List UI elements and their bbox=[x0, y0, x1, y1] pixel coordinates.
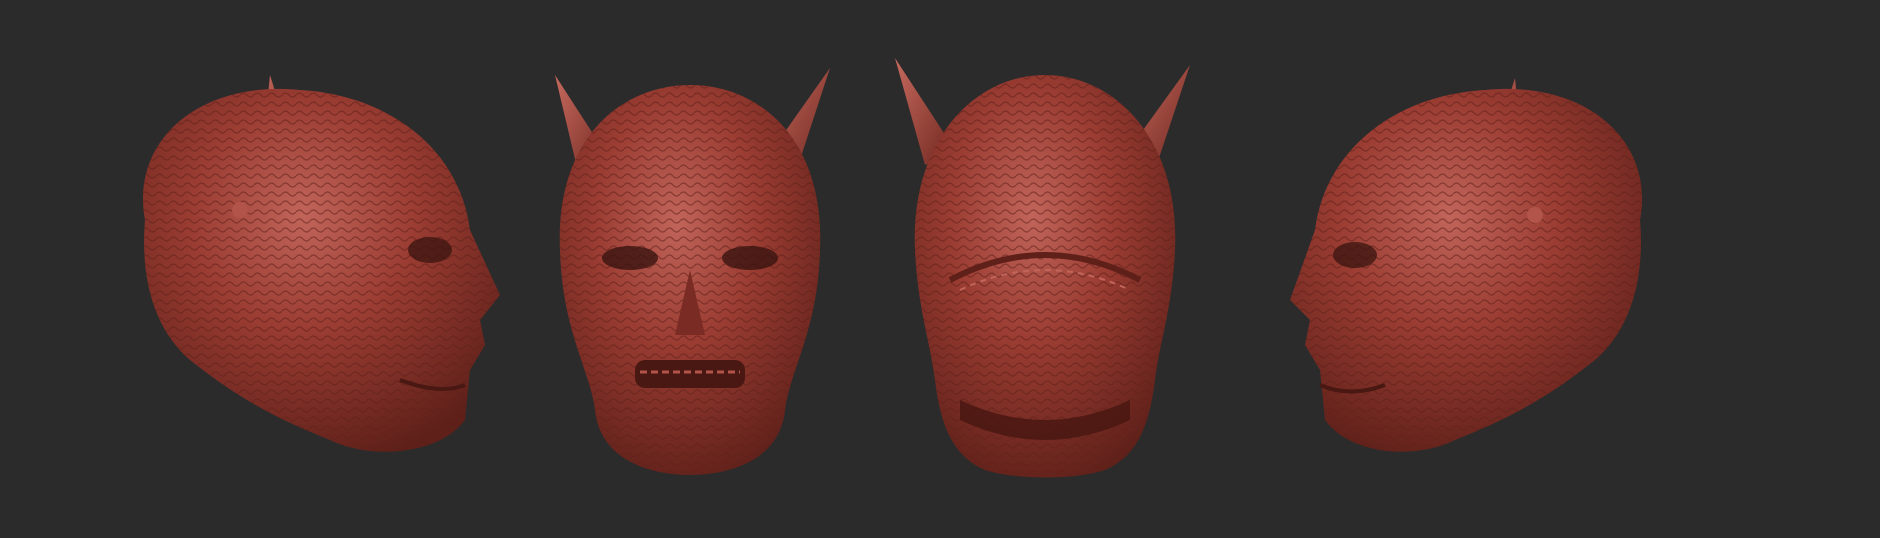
sculpt-view-left-profile bbox=[100, 0, 500, 538]
render-viewport bbox=[0, 0, 1880, 538]
demon-head-right-profile bbox=[1290, 78, 1643, 452]
demon-head-left-profile bbox=[142, 75, 500, 452]
sculpt-view-back bbox=[890, 0, 1200, 538]
demon-head-back bbox=[895, 58, 1190, 478]
sculpt-view-right-profile bbox=[1285, 0, 1685, 538]
sculpt-view-front bbox=[540, 0, 840, 538]
demon-head-front bbox=[555, 68, 830, 475]
